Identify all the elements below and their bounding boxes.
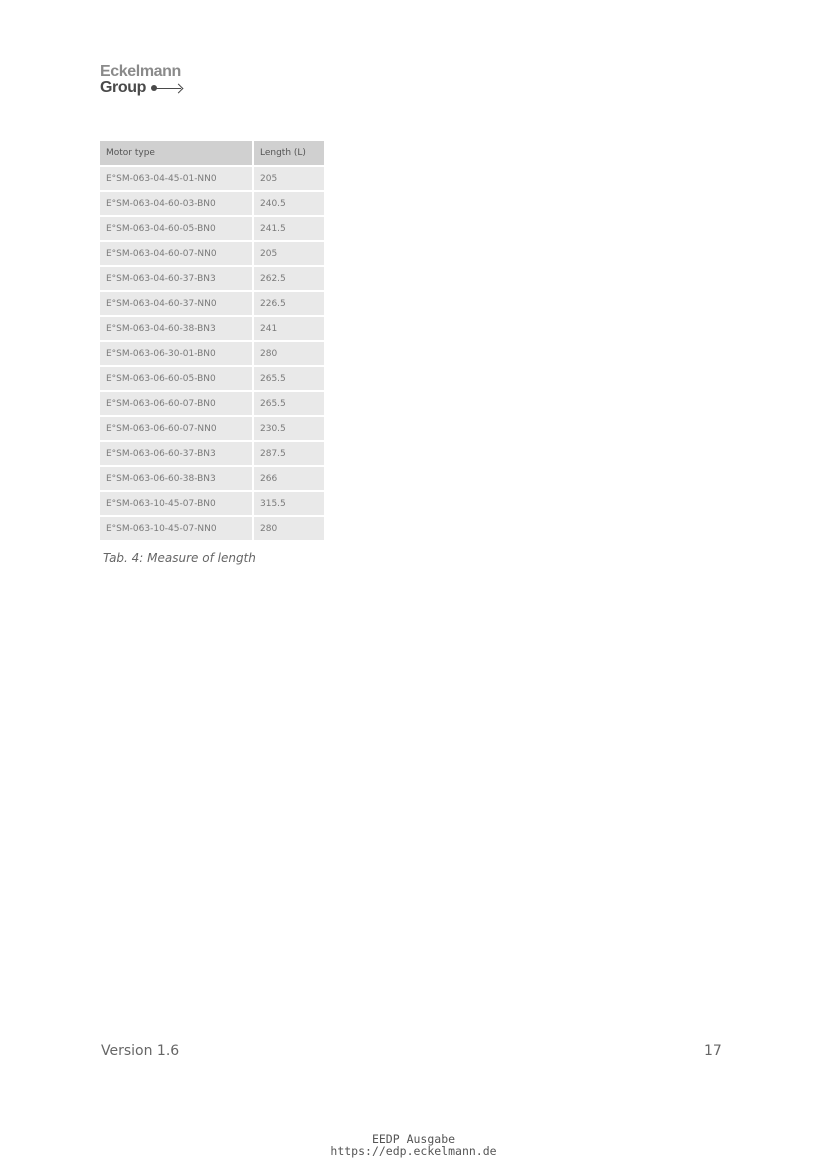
column-header-motor-type: Motor type [100,141,254,167]
motor-type-cell: E°SM-063-04-60-37-BN3 [100,267,254,292]
motor-type-cell: E°SM-063-04-60-03-BN0 [100,192,254,217]
table-row: E°SM-063-10-45-07-NN0 280 [100,517,324,542]
length-cell: 262.5 [254,267,324,292]
logo-line2: Group [100,79,146,96]
length-table: Motor type Length (L) E°SM-063-04-45-01-… [100,141,324,542]
motor-type-cell: E°SM-063-06-60-05-BN0 [100,367,254,392]
length-cell: 265.5 [254,367,324,392]
length-cell: 280 [254,342,324,367]
length-cell: 230.5 [254,417,324,442]
print-footer: EEDP Ausgabe https://edp.eckelmann.de [0,1133,827,1157]
table-row: E°SM-063-04-60-07-NN0 205 [100,242,324,267]
company-logo: Eckelmann Group [100,63,184,96]
motor-type-cell: E°SM-063-06-30-01-BN0 [100,342,254,367]
length-cell: 315.5 [254,492,324,517]
motor-type-cell: E°SM-063-10-45-07-NN0 [100,517,254,542]
length-cell: 265.5 [254,392,324,417]
column-header-length: Length (L) [254,141,324,167]
motor-type-cell: E°SM-063-04-60-07-NN0 [100,242,254,267]
table-row: E°SM-063-06-60-07-NN0 230.5 [100,417,324,442]
motor-type-cell: E°SM-063-06-60-38-BN3 [100,467,254,492]
motor-type-cell: E°SM-063-06-60-07-NN0 [100,417,254,442]
motor-type-cell: E°SM-063-04-60-38-BN3 [100,317,254,342]
motor-type-cell: E°SM-063-06-60-37-BN3 [100,442,254,467]
motor-type-cell: E°SM-063-04-60-37-NN0 [100,292,254,317]
version-label: Version 1.6 [101,1043,180,1059]
length-cell: 241.5 [254,217,324,242]
motor-type-cell: E°SM-063-10-45-07-BN0 [100,492,254,517]
table-row: E°SM-063-06-60-37-BN3 287.5 [100,442,324,467]
table-row: E°SM-063-06-30-01-BN0 280 [100,342,324,367]
length-cell: 205 [254,242,324,267]
table-row: E°SM-063-06-60-05-BN0 265.5 [100,367,324,392]
footer-url: https://edp.eckelmann.de [330,1144,497,1158]
table-row: E°SM-063-04-60-37-NN0 226.5 [100,292,324,317]
table-header-row: Motor type Length (L) [100,141,324,167]
motor-type-cell: E°SM-063-04-60-05-BN0 [100,217,254,242]
table-row: E°SM-063-10-45-07-BN0 315.5 [100,492,324,517]
table-row: E°SM-063-04-45-01-NN0 205 [100,167,324,192]
table-row: E°SM-063-06-60-07-BN0 265.5 [100,392,324,417]
table-caption: Tab. 4: Measure of length [103,551,256,565]
logo-line1: Eckelmann [100,63,181,80]
arrow-right-icon [151,83,184,93]
length-cell: 287.5 [254,442,324,467]
length-cell: 241 [254,317,324,342]
length-cell: 226.5 [254,292,324,317]
page-number: 17 [704,1043,722,1059]
table-row: E°SM-063-04-60-05-BN0 241.5 [100,217,324,242]
table-row: E°SM-063-04-60-03-BN0 240.5 [100,192,324,217]
length-cell: 266 [254,467,324,492]
table-row: E°SM-063-06-60-38-BN3 266 [100,467,324,492]
length-cell: 280 [254,517,324,542]
length-cell: 205 [254,167,324,192]
motor-type-cell: E°SM-063-04-45-01-NN0 [100,167,254,192]
motor-type-cell: E°SM-063-06-60-07-BN0 [100,392,254,417]
table-row: E°SM-063-04-60-38-BN3 241 [100,317,324,342]
table-row: E°SM-063-04-60-37-BN3 262.5 [100,267,324,292]
length-cell: 240.5 [254,192,324,217]
